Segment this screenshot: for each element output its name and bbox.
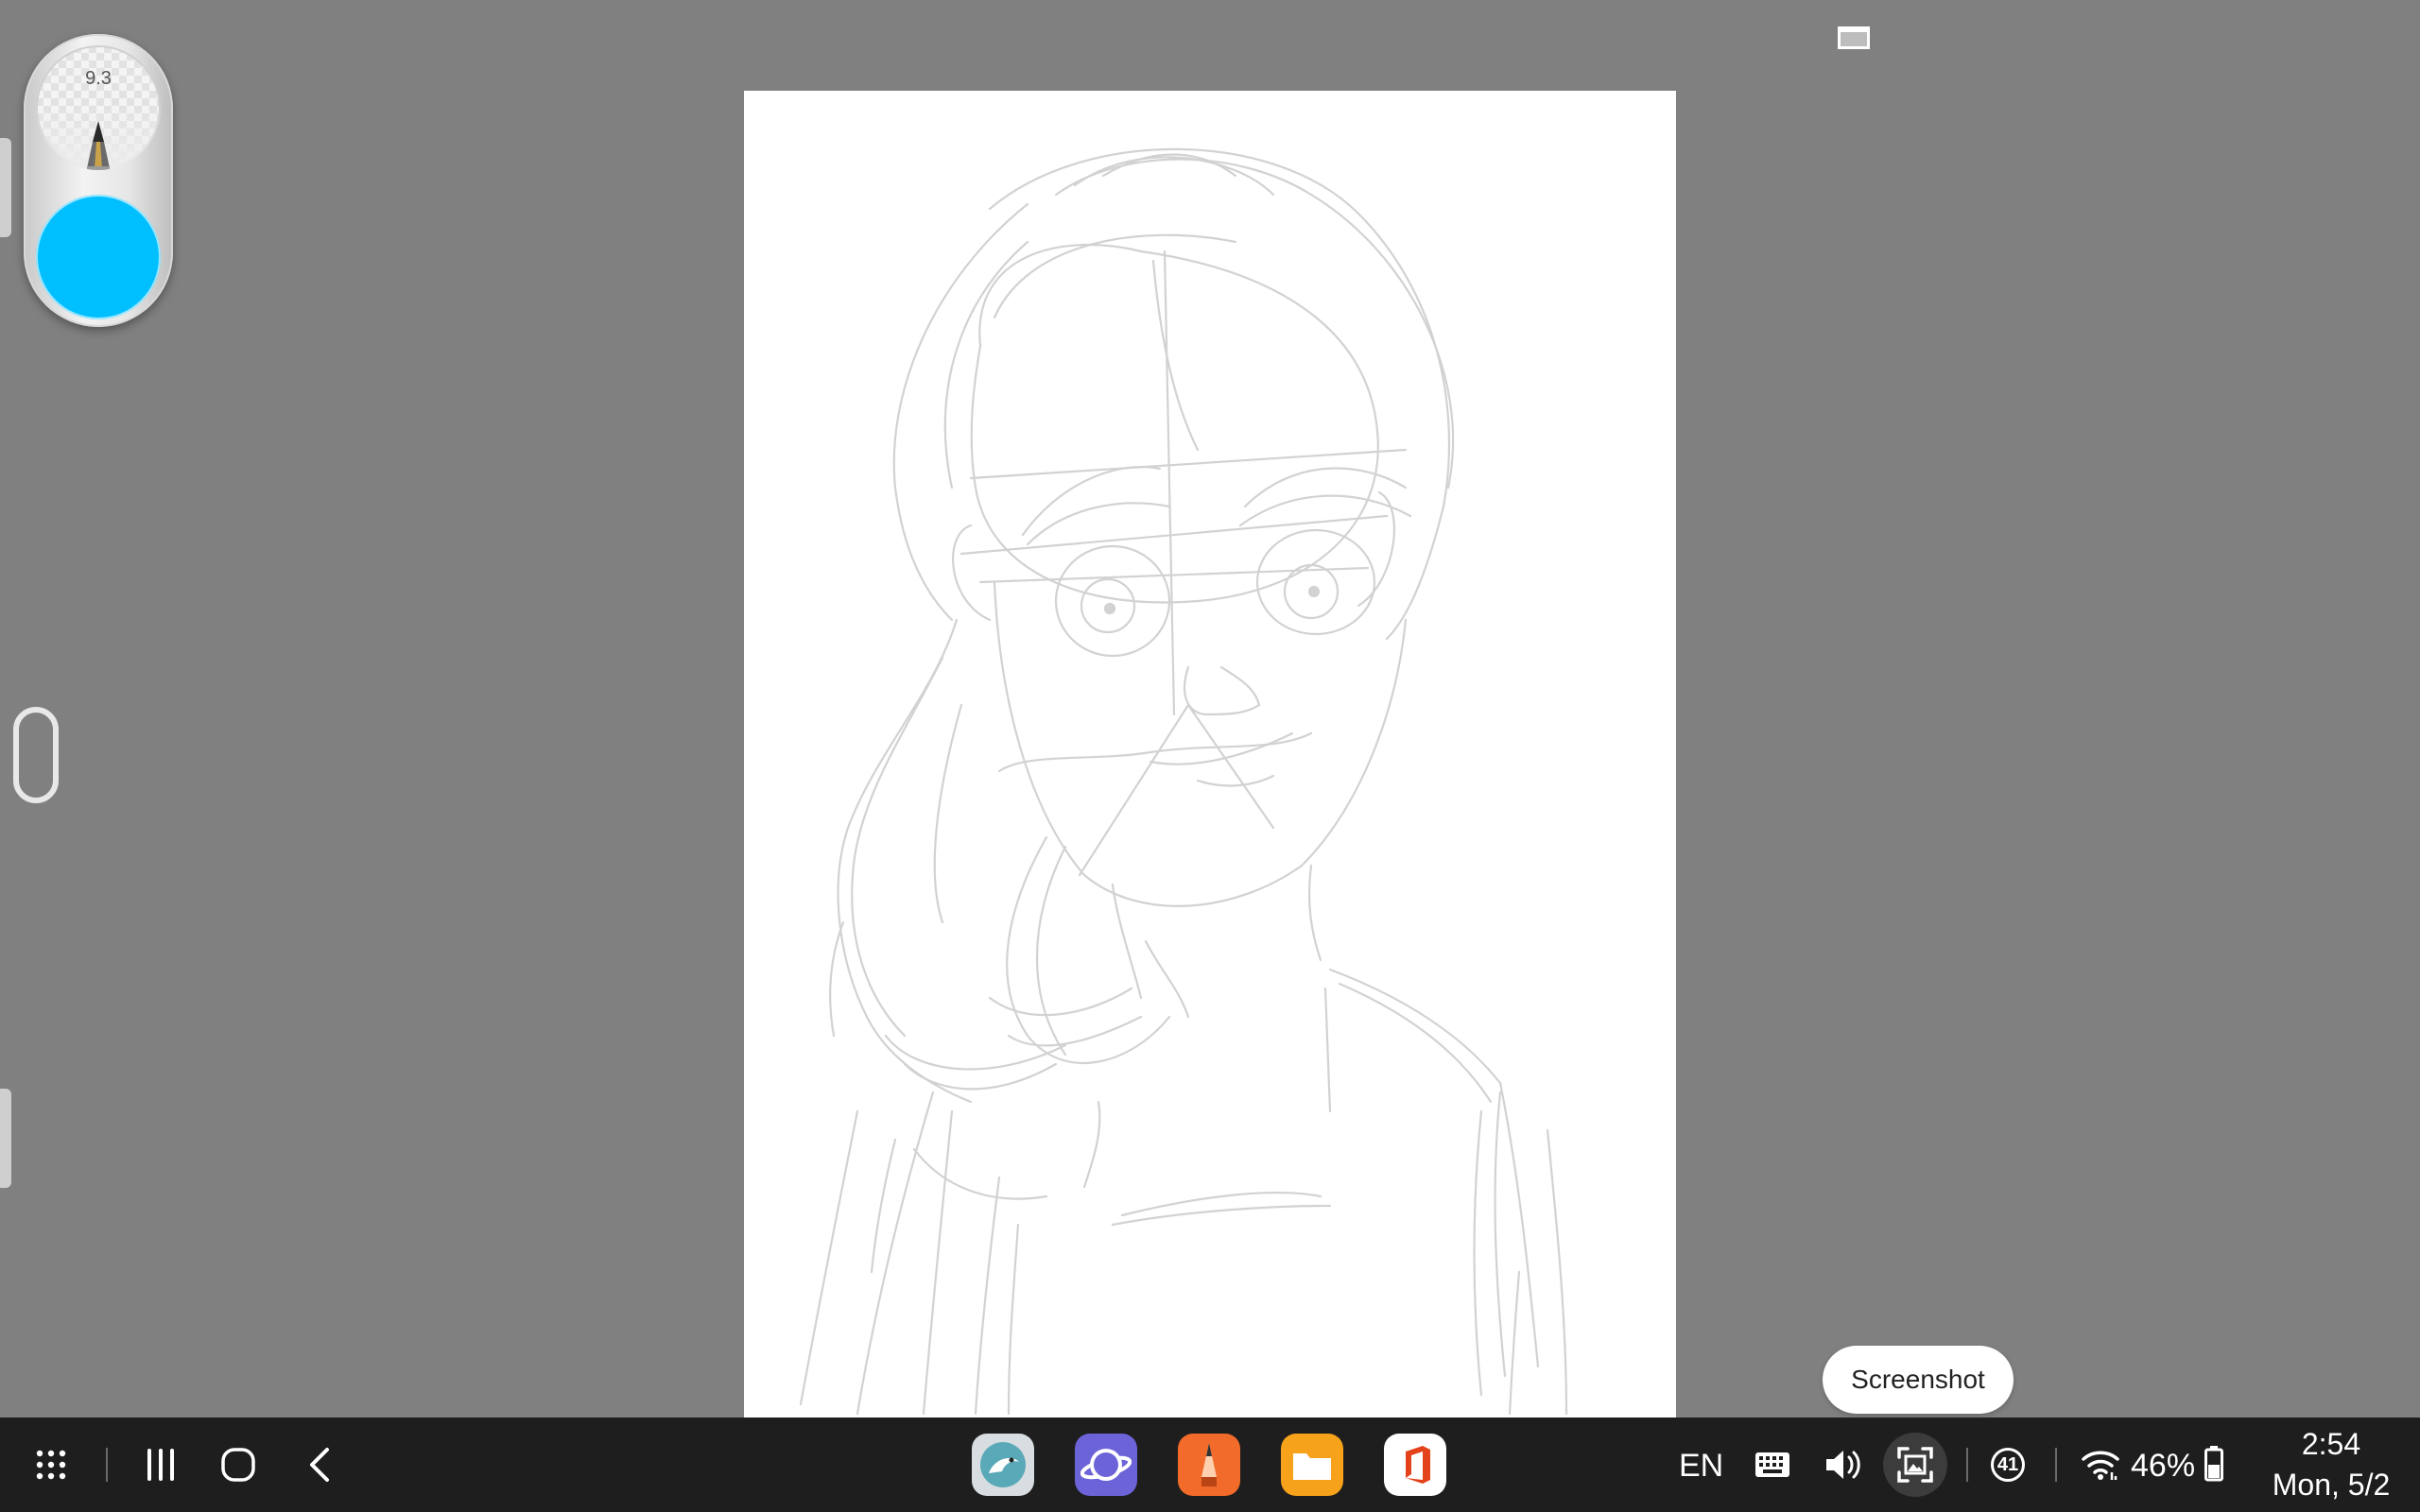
clock[interactable]: 2:54 Mon, 5/2 bbox=[2265, 1427, 2397, 1503]
kiwi-browser-icon[interactable] bbox=[972, 1434, 1034, 1496]
recent-apps-icon[interactable] bbox=[144, 1448, 178, 1482]
battery-percentage: 46% bbox=[2131, 1448, 2196, 1484]
taskbar: EN 41 46% 2:54 Mon, 5/2 bbox=[0, 1418, 2420, 1512]
clock-time: 2:54 bbox=[2301, 1427, 2361, 1461]
microsoft-office-icon[interactable] bbox=[1384, 1434, 1446, 1496]
brush-size-value: 9.3 bbox=[85, 68, 112, 89]
samsung-internet-icon[interactable] bbox=[1075, 1434, 1137, 1496]
brush-puck[interactable]: 9.3 bbox=[24, 34, 173, 327]
back-icon[interactable] bbox=[302, 1446, 337, 1484]
screenshot-icon bbox=[1897, 1447, 1933, 1483]
clock-date: Mon, 5/2 bbox=[2272, 1468, 2391, 1502]
left-panel-handle-bottom[interactable] bbox=[0, 1089, 11, 1188]
taskbar-divider bbox=[106, 1448, 108, 1482]
drawing-workspace[interactable]: 9.3 Screenshot bbox=[0, 0, 2420, 1418]
language-indicator[interactable]: EN bbox=[1679, 1448, 1723, 1485]
my-files-icon[interactable] bbox=[1281, 1434, 1343, 1496]
apps-grid-icon[interactable] bbox=[34, 1448, 68, 1482]
pencil-brush-icon bbox=[87, 121, 110, 170]
sketch-drawing bbox=[799, 147, 1568, 1416]
sketchbook-icon[interactable] bbox=[1178, 1434, 1240, 1496]
drawing-canvas[interactable] bbox=[744, 91, 1676, 1418]
home-icon[interactable] bbox=[219, 1446, 257, 1484]
battery-icon[interactable] bbox=[2204, 1446, 2223, 1482]
left-panel-handle-top[interactable] bbox=[0, 138, 11, 237]
notification-count-badge[interactable]: 41 bbox=[1991, 1448, 2025, 1482]
brush-size-control[interactable]: 9.3 bbox=[36, 45, 161, 170]
window-mode-icon[interactable] bbox=[1838, 26, 1870, 49]
taskbar-divider bbox=[1966, 1448, 1968, 1482]
volume-icon[interactable] bbox=[1824, 1448, 1864, 1482]
wifi-icon[interactable] bbox=[2080, 1448, 2121, 1482]
taskbar-divider bbox=[2055, 1448, 2057, 1482]
screenshot-tooltip: Screenshot bbox=[1823, 1346, 2014, 1414]
screenshot-button[interactable] bbox=[1883, 1433, 1947, 1497]
brush-color-swatch[interactable] bbox=[36, 195, 161, 319]
keyboard-icon[interactable] bbox=[1754, 1452, 1790, 1478]
brush-slider-handle[interactable] bbox=[13, 707, 59, 803]
